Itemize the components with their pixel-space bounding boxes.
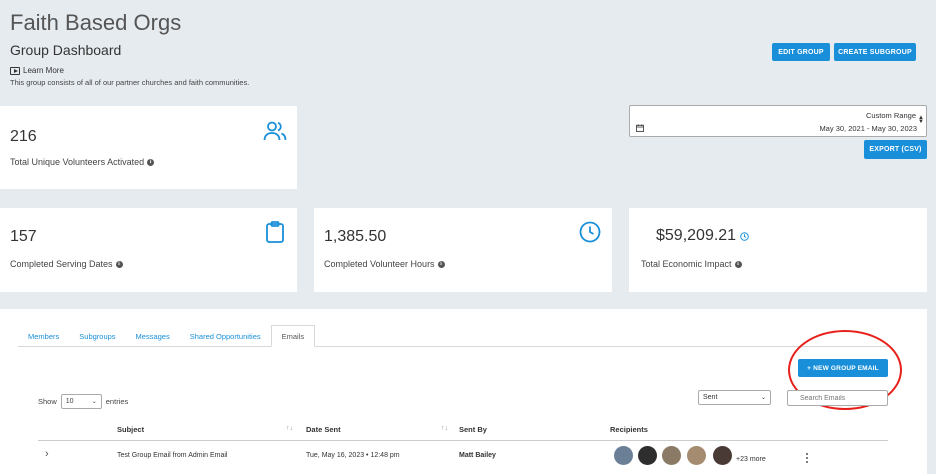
- economic-impact-card: $59,209.21 Total Economic Impact i: [629, 208, 927, 292]
- info-icon[interactable]: i: [115, 260, 123, 268]
- serving-dates-label: Completed Serving Dates i: [10, 259, 123, 269]
- column-date-sent[interactable]: Date Sent: [306, 425, 341, 434]
- column-sent-by[interactable]: Sent By: [459, 425, 487, 434]
- info-icon[interactable]: i: [437, 260, 445, 268]
- learn-more-link[interactable]: Learn More: [10, 66, 64, 75]
- email-sent-by: Matt Bailey: [459, 452, 496, 459]
- info-icon[interactable]: i: [147, 158, 155, 166]
- avatar: [614, 446, 633, 465]
- video-icon: [10, 66, 20, 75]
- volunteers-value: 216: [10, 128, 37, 145]
- avatar: [713, 446, 732, 465]
- tab-shared-opportunities[interactable]: Shared Opportunities: [180, 325, 271, 347]
- date-range-label: Custom Range: [865, 111, 916, 120]
- serving-dates-value: 157: [10, 228, 37, 245]
- select-arrows-icon: ▲ ▼: [918, 115, 924, 125]
- entries-value: 10: [65, 398, 74, 405]
- learn-more-label: Learn More: [23, 66, 64, 75]
- sort-icon[interactable]: ↑↓: [441, 425, 448, 432]
- volunteers-label: Total Unique Volunteers Activated i: [10, 157, 155, 167]
- volunteers-label-text: Total Unique Volunteers Activated: [10, 157, 145, 167]
- more-options-icon[interactable]: [806, 453, 809, 465]
- email-date-sent: Tue, May 16, 2023 • 12:48 pm: [306, 452, 400, 459]
- page-subtitle: Group Dashboard: [10, 42, 122, 58]
- export-csv-button[interactable]: EXPORT (CSV): [864, 140, 927, 159]
- sent-filter-select[interactable]: Sent ⌄: [698, 390, 771, 405]
- more-recipients[interactable]: +23 more: [736, 456, 766, 463]
- column-recipients[interactable]: Recipients: [610, 425, 648, 434]
- tabs-panel: Members Subgroups Messages Shared Opport…: [0, 309, 927, 474]
- page-title: Faith Based Orgs: [10, 10, 182, 35]
- avatar: [638, 446, 657, 465]
- tab-messages[interactable]: Messages: [126, 325, 180, 347]
- economic-impact-value: $59,209.21: [656, 227, 749, 245]
- users-icon: [263, 121, 287, 141]
- tab-members[interactable]: Members: [18, 325, 69, 347]
- clock-icon: [579, 221, 601, 243]
- entries-control: Show 10 ⌄ entries: [38, 394, 128, 409]
- chevron-right-icon[interactable]: ›: [45, 448, 49, 460]
- serving-dates-label-text: Completed Serving Dates: [10, 259, 113, 269]
- tab-emails[interactable]: Emails: [270, 325, 316, 347]
- email-subject: Test Group Email from Admin Email: [117, 452, 228, 459]
- chevron-down-icon: ⌄: [760, 395, 766, 401]
- tab-subgroups[interactable]: Subgroups: [69, 325, 125, 347]
- economic-impact-label-text: Total Economic Impact: [641, 259, 732, 269]
- date-range-value: May 30, 2021 - May 30, 2023: [819, 124, 917, 133]
- column-subject[interactable]: Subject: [117, 425, 144, 434]
- clipboard-icon: [266, 221, 284, 243]
- search-emails-input[interactable]: [787, 390, 888, 406]
- clock-small-icon[interactable]: [740, 231, 749, 241]
- table-header: Subject ↑↓ Date Sent ↑↓ Sent By Recipien…: [38, 419, 888, 441]
- hours-label: Completed Volunteer Hours i: [324, 259, 445, 269]
- volunteers-card: 216 Total Unique Volunteers Activated i: [0, 106, 297, 189]
- chevron-down-icon: ⌄: [91, 399, 97, 405]
- table-row[interactable]: › Test Group Email from Admin Email Tue,…: [38, 442, 888, 474]
- entries-select[interactable]: 10 ⌄: [60, 394, 102, 409]
- entries-label: entries: [105, 397, 129, 406]
- economic-impact-amount: $59,209.21: [656, 227, 737, 244]
- edit-group-button[interactable]: EDIT GROUP: [772, 43, 830, 61]
- info-icon[interactable]: i: [734, 260, 742, 268]
- economic-impact-label: Total Economic Impact i: [641, 259, 742, 269]
- hours-label-text: Completed Volunteer Hours: [324, 259, 435, 269]
- hours-card: 1,385.50 Completed Volunteer Hours i: [314, 208, 612, 292]
- date-range-select[interactable]: Custom Range May 30, 2021 - May 30, 2023…: [629, 105, 927, 137]
- serving-dates-card: 157 Completed Serving Dates i: [0, 208, 297, 292]
- calendar-icon: [636, 124, 644, 132]
- group-description: This group consists of all of our partne…: [10, 78, 250, 87]
- new-group-email-button[interactable]: + NEW GROUP EMAIL: [798, 359, 888, 377]
- tab-bar: Members Subgroups Messages Shared Opport…: [18, 325, 888, 347]
- create-subgroup-button[interactable]: CREATE SUBGROUP: [834, 43, 916, 61]
- sort-icon[interactable]: ↑↓: [286, 425, 293, 432]
- avatar: [687, 446, 706, 465]
- sent-filter-value: Sent: [703, 394, 718, 401]
- show-label: Show: [38, 397, 57, 406]
- avatar: [662, 446, 681, 465]
- hours-value: 1,385.50: [324, 228, 387, 245]
